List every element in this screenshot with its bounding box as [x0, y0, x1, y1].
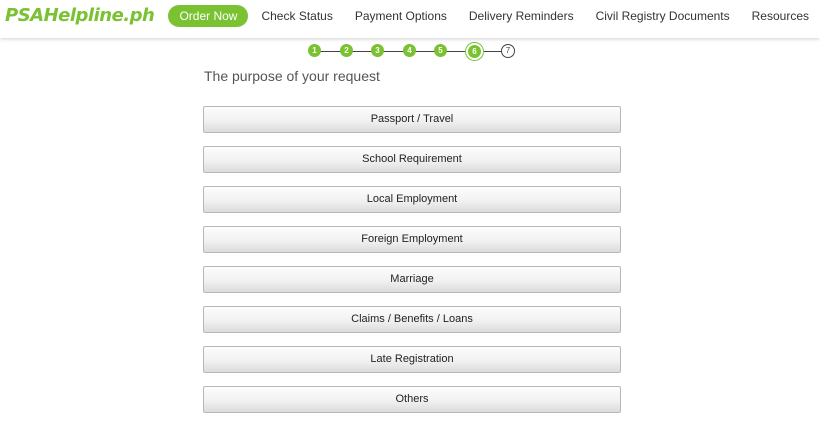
purpose-late-registration-button[interactable]: Late Registration — [203, 346, 621, 373]
step-3-indicator: 3 — [371, 44, 384, 57]
nav-delivery-reminders-link[interactable]: Delivery Reminders — [458, 9, 585, 23]
step-4-indicator: 4 — [403, 44, 416, 57]
purpose-local-employment-button[interactable]: Local Employment — [203, 186, 621, 213]
purpose-options-list: Passport / Travel School Requirement Loc… — [203, 106, 621, 426]
step-5-indicator: 5 — [434, 44, 447, 57]
nav-civil-registry-documents-link[interactable]: Civil Registry Documents — [585, 9, 741, 23]
step-7-indicator: 7 — [501, 44, 515, 58]
purpose-foreign-employment-button[interactable]: Foreign Employment — [203, 226, 621, 253]
nav-check-status-link[interactable]: Check Status — [250, 9, 343, 23]
step-2-indicator: 2 — [340, 44, 353, 57]
step-6-indicator-current: 6 — [466, 43, 483, 60]
page-title: The purpose of your request — [204, 68, 380, 84]
site-header: PSAHelpline.ph Order Now Check Status Pa… — [0, 0, 820, 38]
progress-stepper: 1 2 3 4 5 6 7 — [307, 43, 519, 60]
step-1-indicator: 1 — [308, 44, 321, 57]
main-nav: Order Now Check Status Payment Options D… — [168, 0, 820, 32]
nav-resources-link[interactable]: Resources — [741, 9, 820, 23]
purpose-passport-travel-button[interactable]: Passport / Travel — [203, 106, 621, 133]
purpose-others-button[interactable]: Others — [203, 386, 621, 413]
purpose-marriage-button[interactable]: Marriage — [203, 266, 621, 293]
site-logo[interactable]: PSAHelpline.ph — [5, 5, 155, 26]
purpose-claims-benefits-loans-button[interactable]: Claims / Benefits / Loans — [203, 306, 621, 333]
purpose-school-requirement-button[interactable]: School Requirement — [203, 146, 621, 173]
nav-payment-options-link[interactable]: Payment Options — [344, 9, 458, 23]
nav-order-now-button[interactable]: Order Now — [168, 5, 249, 27]
